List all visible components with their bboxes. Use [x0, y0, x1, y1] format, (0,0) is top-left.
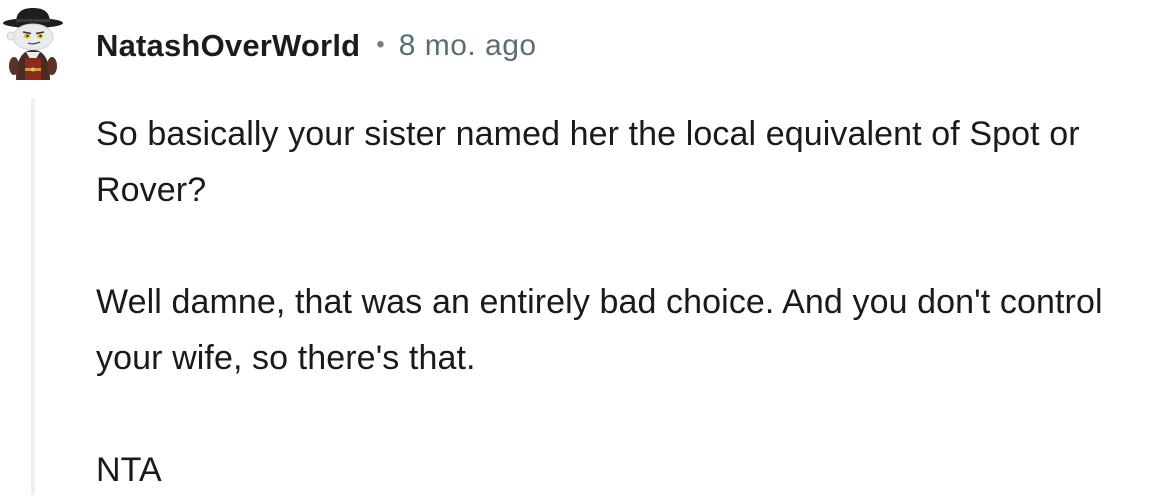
- comment-body: So basically your sister named her the l…: [96, 106, 1156, 498]
- comment-paragraph: NTA: [96, 451, 162, 489]
- thread-collapse-line[interactable]: [31, 98, 35, 495]
- comment-header: NatashOverWorld • 8 mo. ago: [96, 26, 537, 66]
- comment-paragraph: So basically your sister named her the l…: [96, 115, 1080, 209]
- avatar[interactable]: [2, 6, 66, 80]
- comment-paragraph: Well damne, that was an entirely bad cho…: [96, 283, 1103, 377]
- timestamp[interactable]: 8 mo. ago: [399, 29, 537, 63]
- comment: NatashOverWorld • 8 mo. ago So basically…: [0, 0, 1162, 495]
- snoo-cowboy-avatar-icon: [3, 8, 63, 80]
- separator-dot: •: [376, 31, 385, 58]
- username-link[interactable]: NatashOverWorld: [96, 28, 360, 64]
